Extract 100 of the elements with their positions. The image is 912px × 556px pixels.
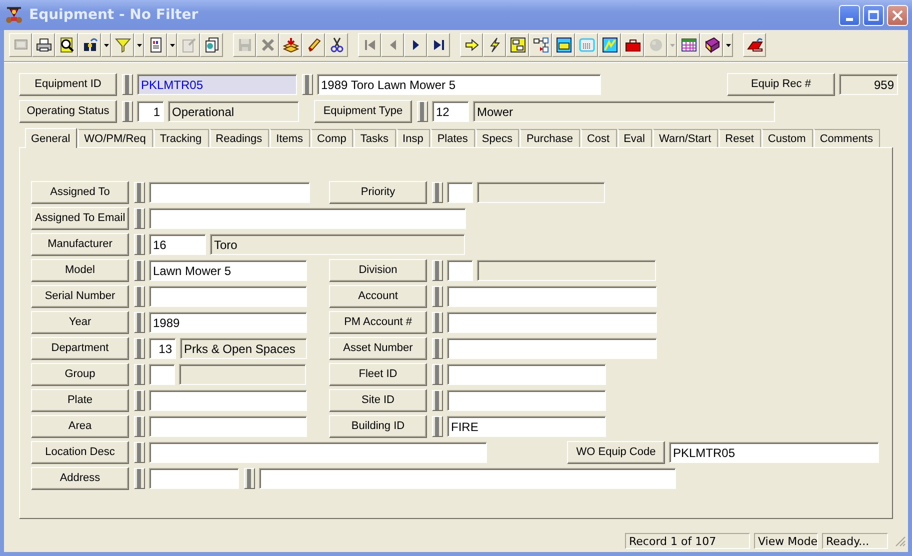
dropdown-button[interactable] bbox=[723, 33, 733, 57]
equip-rec-button[interactable]: Equip Rec # bbox=[727, 72, 835, 96]
input-field[interactable]: Lawn Mower 5 bbox=[149, 260, 307, 280]
dropdown-button[interactable] bbox=[101, 33, 111, 57]
tab[interactable]: Tasks bbox=[354, 129, 396, 147]
operating-status-button[interactable]: Operating Status bbox=[19, 100, 117, 122]
toolbar-button[interactable] bbox=[78, 33, 101, 57]
toolbar-button[interactable] bbox=[506, 33, 529, 57]
lookup-handle[interactable] bbox=[134, 286, 145, 306]
tab[interactable]: Comments bbox=[814, 129, 880, 147]
field-label-button[interactable]: Address bbox=[31, 466, 129, 490]
field-label-button[interactable]: Site ID bbox=[329, 388, 427, 412]
toolbar-button[interactable] bbox=[302, 33, 325, 57]
lookup-handle[interactable] bbox=[432, 286, 443, 306]
type-code-field[interactable]: 12 bbox=[432, 100, 469, 122]
input-field[interactable] bbox=[149, 286, 307, 306]
input-field[interactable] bbox=[447, 390, 606, 410]
input-field[interactable]: 13 bbox=[149, 338, 176, 358]
lookup-handle[interactable] bbox=[432, 390, 443, 410]
field-label-button[interactable]: WO Equip Code bbox=[567, 440, 665, 464]
field-label-button[interactable]: Plate bbox=[31, 388, 129, 412]
input-field[interactable] bbox=[447, 182, 473, 202]
lookup-handle[interactable] bbox=[134, 468, 145, 488]
lookup-handle[interactable] bbox=[432, 364, 443, 384]
maximize-button[interactable] bbox=[863, 4, 884, 26]
input-field[interactable] bbox=[447, 364, 606, 384]
input-field[interactable] bbox=[447, 286, 657, 306]
tab[interactable]: Warn/Start bbox=[652, 129, 718, 147]
toolbar-button[interactable] bbox=[404, 33, 427, 57]
toolbar-button[interactable] bbox=[55, 33, 78, 57]
equipment-id-button[interactable]: Equipment ID bbox=[19, 72, 117, 96]
tab[interactable]: Specs bbox=[476, 129, 520, 147]
toolbar-button[interactable] bbox=[460, 33, 483, 57]
description-field[interactable]: 1989 Toro Lawn Mower 5 bbox=[317, 74, 601, 94]
toolbar-button[interactable] bbox=[598, 33, 621, 57]
toolbar-button[interactable] bbox=[552, 33, 575, 57]
toolbar-button[interactable] bbox=[200, 33, 223, 57]
input-field[interactable] bbox=[149, 416, 307, 436]
toolbar-button[interactable] bbox=[427, 33, 450, 57]
toolbar-button[interactable] bbox=[279, 33, 302, 57]
field-label-button[interactable]: Area bbox=[31, 414, 129, 438]
input-field[interactable] bbox=[447, 260, 473, 280]
tab[interactable]: Purchase bbox=[520, 129, 580, 147]
tab[interactable]: Insp bbox=[396, 129, 430, 147]
lookup-handle[interactable] bbox=[122, 74, 133, 94]
input-field[interactable] bbox=[447, 312, 657, 332]
input-field[interactable]: PKLMTR05 bbox=[669, 442, 879, 462]
input-field[interactable]: 1989 bbox=[149, 312, 307, 332]
lookup-handle[interactable] bbox=[134, 182, 145, 202]
input-field[interactable] bbox=[149, 208, 466, 228]
tab[interactable]: Tracking bbox=[154, 129, 209, 147]
field-label-button[interactable]: Assigned To bbox=[31, 180, 129, 204]
field-label-button[interactable]: Manufacturer bbox=[31, 232, 129, 256]
input-field[interactable] bbox=[149, 442, 487, 462]
tab[interactable]: Comp bbox=[311, 129, 354, 147]
equipment-id-field[interactable]: PKLMTR05 bbox=[137, 74, 297, 94]
lookup-handle[interactable] bbox=[432, 182, 443, 202]
input-field[interactable] bbox=[259, 468, 676, 488]
lookup-handle[interactable] bbox=[432, 312, 443, 332]
tab[interactable]: Readings bbox=[210, 129, 270, 147]
minimize-button[interactable] bbox=[839, 4, 860, 26]
lookup-handle[interactable] bbox=[432, 260, 443, 280]
tab[interactable]: Eval bbox=[618, 129, 652, 147]
toolbar-button[interactable] bbox=[700, 33, 723, 57]
toolbar-button[interactable] bbox=[483, 33, 506, 57]
field-label-button[interactable]: Assigned To Email bbox=[31, 206, 129, 230]
tab[interactable]: Plates bbox=[431, 129, 475, 147]
field-label-button[interactable]: Department bbox=[31, 336, 129, 360]
lookup-handle[interactable] bbox=[134, 208, 145, 228]
lookup-handle[interactable] bbox=[134, 260, 145, 280]
lookup-handle[interactable] bbox=[432, 416, 443, 436]
equipment-type-button[interactable]: Equipment Type bbox=[314, 100, 412, 122]
field-label-button[interactable]: Priority bbox=[329, 180, 427, 204]
field-label-button[interactable]: Asset Number bbox=[329, 336, 427, 360]
lookup-handle[interactable] bbox=[134, 442, 145, 462]
input-field[interactable] bbox=[149, 468, 239, 488]
input-field[interactable] bbox=[149, 182, 310, 202]
field-label-button[interactable]: Building ID bbox=[329, 414, 427, 438]
tab[interactable]: Cost bbox=[580, 129, 617, 147]
tab[interactable]: General bbox=[25, 128, 78, 148]
lookup-handle[interactable] bbox=[134, 234, 145, 254]
lookup-handle[interactable] bbox=[134, 338, 145, 358]
toolbar-button[interactable] bbox=[621, 33, 644, 57]
lookup-handle[interactable] bbox=[302, 74, 313, 94]
tab[interactable]: Custom bbox=[762, 129, 813, 147]
dropdown-button[interactable] bbox=[167, 33, 177, 57]
lookup-handle[interactable] bbox=[134, 364, 145, 384]
field-label-button[interactable]: Group bbox=[31, 362, 129, 386]
input-field[interactable]: FIRE bbox=[447, 416, 606, 436]
toolbar-button[interactable] bbox=[575, 33, 598, 57]
lookup-handle[interactable] bbox=[432, 338, 443, 358]
field-label-button[interactable]: Division bbox=[329, 258, 427, 282]
input-field[interactable] bbox=[149, 364, 175, 384]
status-code-field[interactable]: 1 bbox=[137, 100, 164, 122]
input-field[interactable]: 16 bbox=[149, 234, 206, 254]
field-label-button[interactable]: Account bbox=[329, 284, 427, 308]
lookup-handle[interactable] bbox=[134, 390, 145, 410]
toolbar-button[interactable] bbox=[325, 33, 348, 57]
toolbar-button[interactable] bbox=[677, 33, 700, 57]
field-label-button[interactable]: Model bbox=[31, 258, 129, 282]
